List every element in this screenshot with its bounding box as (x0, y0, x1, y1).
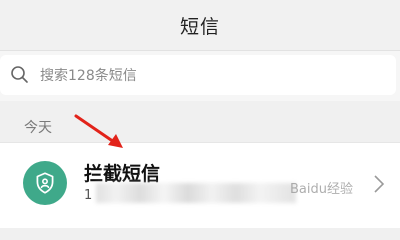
shield-icon (36, 172, 54, 194)
redacted-preview (96, 183, 296, 203)
search-icon (11, 66, 28, 83)
conversation-preview: 1 (84, 188, 93, 203)
watermark: Baidu经验 (290, 182, 353, 197)
app-header: 短信 (0, 0, 400, 51)
search-input[interactable]: 搜索128条短信 (0, 55, 396, 95)
search-placeholder: 搜索128条短信 (40, 68, 137, 84)
page-title: 短信 (179, 15, 220, 38)
conversation-title: 拦截短信 (84, 163, 161, 185)
avatar (23, 161, 67, 205)
search-bar: 搜索128条短信 (0, 51, 400, 101)
chevron-right-icon (374, 175, 385, 193)
section-label-today: 今天 (24, 120, 52, 136)
